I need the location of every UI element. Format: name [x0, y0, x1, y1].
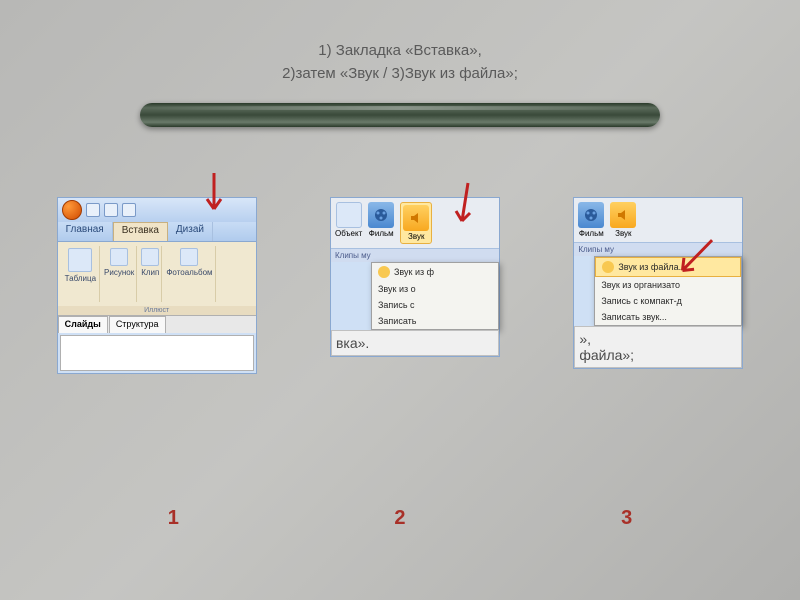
- menu-sound-from-file[interactable]: Звук из ф: [372, 263, 498, 281]
- media-caption: Клипы му: [331, 248, 499, 262]
- redo-icon[interactable]: [122, 203, 136, 217]
- group-caption-illustrations: Иллюст: [58, 306, 256, 315]
- screenshot-1: Главная Вставка Дизай Таблица Рисунок Кл…: [57, 197, 257, 374]
- slide-title: 1) Закладка «Вставка», 2)затем «Звук / 3…: [0, 0, 800, 85]
- sound-dropdown-menu: Звук из файла... Звук из организато Запи…: [594, 256, 742, 326]
- background-text: », файла»;: [574, 326, 742, 368]
- menu-record-from-cd[interactable]: Запись с компакт-д: [595, 293, 741, 309]
- title-line-1: 1) Закладка «Вставка»,: [0, 40, 800, 63]
- decorative-divider: [140, 103, 660, 127]
- picture-icon: [110, 248, 128, 266]
- ribbon-tabs: Главная Вставка Дизай: [58, 222, 256, 242]
- undo-icon[interactable]: [104, 203, 118, 217]
- object-button[interactable]: Объект: [335, 202, 362, 238]
- save-icon[interactable]: [86, 203, 100, 217]
- menu-sound-from-file[interactable]: Звук из файла...: [595, 257, 741, 277]
- slide-thumbnail[interactable]: [60, 335, 254, 371]
- menu-sound-from-organizer[interactable]: Звук из организато: [595, 277, 741, 293]
- red-arrow-icon: [199, 171, 229, 221]
- speaker-small-icon: [378, 266, 390, 278]
- sound-button[interactable]: Звук: [400, 202, 432, 244]
- media-ribbon-group: Фильм Звук: [574, 198, 742, 242]
- red-arrow-icon: [450, 181, 480, 231]
- tab-design[interactable]: Дизай: [168, 222, 213, 241]
- speaker-icon: [403, 205, 429, 231]
- step-numbers: 1 2 3: [0, 507, 800, 530]
- menu-record-sound[interactable]: Записать: [372, 313, 498, 329]
- background-text: вка».: [331, 330, 499, 356]
- group-table[interactable]: Таблица: [62, 246, 100, 302]
- screenshot-3: Фильм Звук Клипы му Звук из файла... Зву…: [573, 197, 743, 374]
- group-clip[interactable]: Клип: [139, 246, 162, 302]
- ribbon-content: Таблица Рисунок Клип Фотоальбом: [58, 242, 256, 306]
- sound-button[interactable]: Звук: [610, 202, 636, 238]
- clip-icon: [141, 248, 159, 266]
- step-number-1: 1: [168, 507, 179, 530]
- film-icon: [368, 202, 394, 228]
- sound-file-menu-area: Фильм Звук Клипы му Звук из файла... Зву…: [573, 197, 743, 369]
- speaker-small-icon: [602, 261, 614, 273]
- panel-tab-structure[interactable]: Структура: [109, 316, 166, 333]
- table-icon: [68, 248, 92, 272]
- screenshot-2: Объект Фильм Звук Клипы му: [330, 197, 500, 374]
- film-icon: [578, 202, 604, 228]
- object-icon: [336, 202, 362, 228]
- step-number-2: 2: [394, 507, 405, 530]
- panel-tabs: Слайды Структура: [58, 315, 256, 333]
- menu-sound-from-organizer[interactable]: Звук из о: [372, 281, 498, 297]
- menu-record-sound[interactable]: Записать звук...: [595, 309, 741, 325]
- sound-dropdown-menu: Звук из ф Звук из о Запись с Записать: [371, 262, 499, 330]
- menu-record-from-cd[interactable]: Запись с: [372, 297, 498, 313]
- film-button[interactable]: Фильм: [368, 202, 394, 238]
- group-photoalbum[interactable]: Фотоальбом: [164, 246, 215, 302]
- tab-home[interactable]: Главная: [58, 222, 113, 241]
- powerpoint-window: Главная Вставка Дизай Таблица Рисунок Кл…: [57, 197, 257, 374]
- photoalbum-icon: [180, 248, 198, 266]
- speaker-icon: [610, 202, 636, 228]
- film-button[interactable]: Фильм: [578, 202, 604, 238]
- tab-insert[interactable]: Вставка: [113, 222, 168, 241]
- group-picture[interactable]: Рисунок: [102, 246, 137, 302]
- panel-tab-slides[interactable]: Слайды: [58, 316, 108, 333]
- step-number-3: 3: [621, 507, 632, 530]
- screenshots-row: Главная Вставка Дизай Таблица Рисунок Кл…: [0, 197, 800, 374]
- title-line-2: 2)затем «Звук / 3)Звук из файла»;: [0, 63, 800, 86]
- office-button-icon[interactable]: [62, 200, 82, 220]
